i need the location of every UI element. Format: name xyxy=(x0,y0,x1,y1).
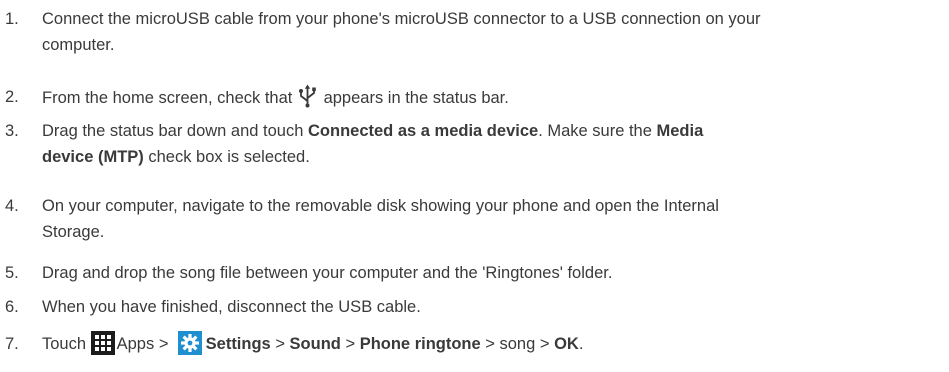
step-text-line: Storage. xyxy=(42,223,105,241)
settings-gear-icon xyxy=(177,331,202,355)
step-text-part: check box is selected. xyxy=(143,148,310,166)
step-text: Touch Apps > Settings > Sound > Phone ri… xyxy=(42,331,945,357)
menu-label-sound: Sound xyxy=(289,335,341,353)
step-text: When you have finished, disconnect the U… xyxy=(42,298,421,316)
step-text: From the home screen, check that appears… xyxy=(42,84,945,111)
step-text-after: appears in the status bar. xyxy=(323,89,509,107)
step-text-line: Drag the status bar down and touch Conne… xyxy=(42,118,945,144)
step-text: Drag and drop the song file between your… xyxy=(42,264,613,282)
step-text-line: Connect the microUSB cable from your pho… xyxy=(42,10,761,28)
step-text-line: computer. xyxy=(42,36,115,54)
menu-label-settings: Settings xyxy=(205,335,271,353)
path-separator: > xyxy=(270,335,290,353)
menu-label-ok: OK xyxy=(554,335,579,353)
step-text-end: . xyxy=(578,335,584,353)
step-text-part: . Make sure the xyxy=(538,122,657,140)
step-number: 4. xyxy=(5,197,19,215)
menu-label-phone-ringtone: Phone ringtone xyxy=(359,335,481,353)
instruction-list: 1. Connect the microUSB cable from your … xyxy=(0,0,949,372)
menu-label-mtp: device (MTP) xyxy=(42,148,144,166)
path-separator: > xyxy=(154,335,174,353)
menu-label-media: Media xyxy=(656,122,704,140)
step-number: 2. xyxy=(5,88,19,106)
path-separator: > song > xyxy=(480,335,555,353)
step-number: 5. xyxy=(5,264,19,282)
menu-label-apps: Apps xyxy=(116,335,155,353)
usb-icon xyxy=(298,84,316,108)
step-text-line: device (MTP) check box is selected. xyxy=(42,144,945,170)
step-text: Drag the status bar down and touch Conne… xyxy=(42,118,945,170)
step-text-line: On your computer, navigate to the remova… xyxy=(42,197,719,215)
step-text-part: Touch xyxy=(42,335,87,353)
step-number: 6. xyxy=(5,298,19,316)
step-number: 7. xyxy=(5,335,19,353)
step-number: 1. xyxy=(5,10,19,28)
apps-grid-icon xyxy=(90,331,115,355)
path-separator: > xyxy=(340,335,360,353)
step-number: 3. xyxy=(5,122,19,140)
step-text-before: From the home screen, check that xyxy=(42,89,293,107)
step-text-part: Drag the status bar down and touch xyxy=(42,122,308,140)
step-text: Connect the microUSB cable from your pho… xyxy=(42,6,945,58)
menu-label-connected: Connected as a media device xyxy=(308,122,539,140)
step-text: On your computer, navigate to the remova… xyxy=(42,193,945,245)
